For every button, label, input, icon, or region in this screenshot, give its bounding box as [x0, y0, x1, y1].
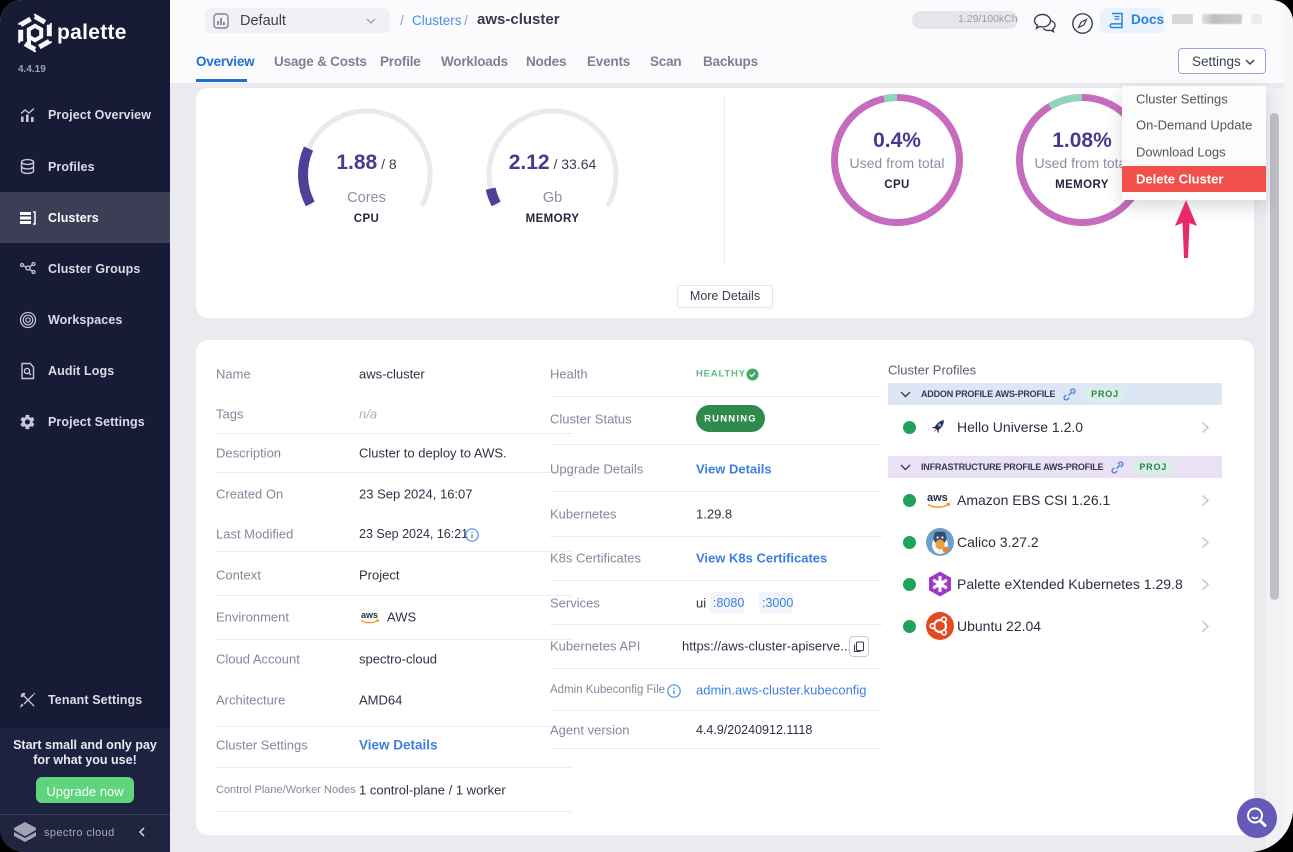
svg-text:aws: aws: [927, 492, 948, 504]
svg-text:aws: aws: [361, 610, 378, 620]
